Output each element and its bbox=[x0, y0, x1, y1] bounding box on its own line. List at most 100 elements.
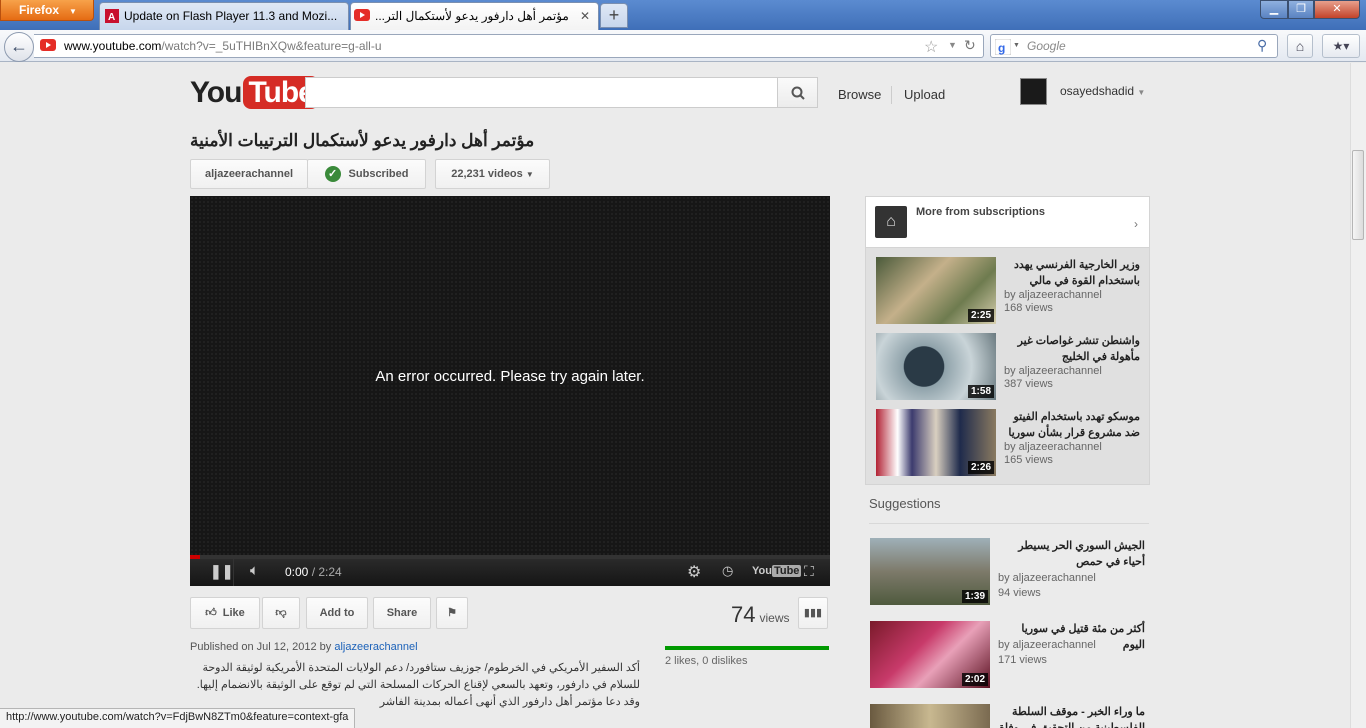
nav-divider bbox=[891, 86, 892, 104]
video-thumbnail[interactable]: 2:02 bbox=[870, 621, 990, 688]
navigation-toolbar: www.youtube.com/watch?v=_5uTHIBnXQw&feat… bbox=[0, 30, 1366, 62]
youtube-logo[interactable]: You Tube bbox=[190, 76, 319, 112]
history-dropdown-icon[interactable]: ▼ bbox=[948, 40, 957, 50]
back-button[interactable]: ← bbox=[4, 32, 34, 62]
youtube-search-button[interactable] bbox=[777, 77, 818, 108]
video-thumbnail[interactable]: 2:25 bbox=[876, 257, 996, 324]
tab-youtube-video[interactable]: مؤتمر أهل دارفور يدعو لأستكمال التر... ✕ bbox=[350, 2, 599, 30]
tab-title: مؤتمر أهل دارفور يدعو لأستكمال التر... bbox=[375, 9, 569, 23]
list-item[interactable]: ما وراء الخبر - موقف السلطة الفلسطينية م… bbox=[870, 704, 1150, 728]
video-thumbnail[interactable]: 2:26 bbox=[876, 409, 996, 476]
video-link-title[interactable]: ما وراء الخبر - موقف السلطة الفلسطينية م… bbox=[998, 704, 1145, 728]
list-item[interactable]: 2:25 وزير الخارجية الفرنسي يهدد باستخدام… bbox=[866, 257, 1149, 333]
upload-link[interactable]: Upload bbox=[904, 87, 945, 102]
engine-dropdown-icon[interactable]: ▼ bbox=[1013, 42, 1020, 49]
share-button[interactable]: Share bbox=[373, 597, 431, 629]
home-icon: ⌂ bbox=[875, 206, 907, 238]
bookmarks-button[interactable]: ★▾ bbox=[1322, 34, 1360, 58]
search-icon[interactable]: ⚲ bbox=[1257, 37, 1267, 54]
adobe-icon: A bbox=[105, 9, 119, 23]
reload-icon[interactable]: ↻ bbox=[964, 37, 976, 54]
video-link-title[interactable]: واشنطن تنشر غواصات غير مأهولة في الخليج bbox=[1004, 333, 1140, 365]
dislike-button[interactable]: 👎︎ bbox=[262, 597, 300, 629]
view-count-label: views bbox=[759, 611, 790, 625]
control-divider bbox=[233, 559, 234, 586]
home-button[interactable]: ⌂ bbox=[1287, 34, 1313, 58]
video-views: 168 views bbox=[1004, 302, 1053, 314]
flag-button[interactable]: ⚑ bbox=[436, 597, 468, 629]
like-label: Like bbox=[222, 607, 245, 619]
video-views: 94 views bbox=[998, 587, 1041, 599]
close-window-button[interactable]: ✕ bbox=[1314, 0, 1360, 19]
fullscreen-icon[interactable]: ⛶ bbox=[804, 563, 814, 580]
video-thumbnail[interactable]: 1:58 bbox=[876, 333, 996, 400]
dropdown-arrow-icon: ▼ bbox=[525, 170, 534, 179]
like-button[interactable]: 👍︎ Like bbox=[190, 597, 260, 629]
video-link-title[interactable]: الجيش السوري الحر يسيطر أحياء في حمص bbox=[998, 538, 1145, 570]
subscribed-button[interactable]: ✓ Subscribed bbox=[307, 159, 426, 189]
add-to-button[interactable]: Add to bbox=[306, 597, 368, 629]
video-description: أكد السفير الأمريكي في الخرطوم/ جوزيف ست… bbox=[196, 662, 640, 708]
svg-text:g: g bbox=[998, 41, 1005, 55]
view-count: 74 views bbox=[731, 602, 790, 628]
duration-badge: 1:39 bbox=[961, 590, 988, 603]
firefox-menu-label: Firefox bbox=[19, 3, 60, 17]
search-bar[interactable]: g ▼ Google ⚲ bbox=[990, 34, 1278, 58]
time-total: / 2:24 bbox=[311, 565, 342, 579]
watch-later-clock-icon[interactable]: ◷ bbox=[722, 563, 733, 579]
svg-text:A: A bbox=[108, 12, 115, 23]
account-menu[interactable]: osayedshadid ▼ bbox=[1060, 84, 1145, 98]
subscriptions-header[interactable]: ⌂ More from subscriptions › bbox=[866, 197, 1149, 248]
videos-count: 22,231 videos bbox=[451, 168, 523, 180]
video-views: 171 views bbox=[998, 654, 1047, 666]
thumbs-up-icon: 👍︎ bbox=[205, 607, 217, 619]
divider bbox=[869, 523, 1149, 524]
videos-count-button[interactable]: 22,231 videos ▼ bbox=[435, 159, 550, 189]
firefox-menu-button[interactable]: Firefox ▼ bbox=[0, 0, 94, 21]
scrollbar-thumb[interactable] bbox=[1352, 150, 1364, 240]
video-thumbnail[interactable]: 1:39 bbox=[870, 538, 990, 605]
duration-badge: 1:58 bbox=[967, 385, 994, 398]
add-to-label: Add to bbox=[319, 607, 355, 619]
duration-badge: 2:02 bbox=[961, 673, 988, 686]
browse-link[interactable]: Browse bbox=[838, 87, 881, 102]
pause-icon[interactable]: ❚❚ bbox=[210, 563, 233, 580]
likes-dislikes-text: 2 likes, 0 dislikes bbox=[665, 655, 748, 667]
minimize-button[interactable]: ▁ bbox=[1260, 0, 1288, 19]
new-tab-button[interactable]: + bbox=[600, 3, 628, 28]
dropdown-arrow-icon: ▼ bbox=[69, 7, 77, 16]
url-bar[interactable]: www.youtube.com/watch?v=_5uTHIBnXQw&feat… bbox=[34, 34, 984, 58]
list-item[interactable]: 2:26 موسكو تهدد باستخدام الفيتو ضد مشروع… bbox=[866, 409, 1149, 485]
close-tab-icon[interactable]: ✕ bbox=[578, 9, 592, 23]
channel-button[interactable]: aljazeerachannel bbox=[190, 159, 308, 189]
youtube-watermark-icon[interactable]: You Tube bbox=[752, 565, 802, 577]
video-thumbnail[interactable] bbox=[870, 704, 990, 728]
tab-flash-update[interactable]: A Update on Flash Player 11.3 and Mozi..… bbox=[99, 2, 349, 30]
stats-button[interactable]: ▮▮▮ bbox=[798, 597, 828, 629]
video-player[interactable]: An error occurred. Please try again late… bbox=[190, 196, 830, 586]
avatar[interactable] bbox=[1020, 78, 1047, 105]
list-item[interactable]: 1:58 واشنطن تنشر غواصات غير مأهولة في ال… bbox=[866, 333, 1149, 409]
video-title: مؤتمر أهل دارفور يدعو لأستكمال الترتيبات… bbox=[190, 131, 535, 150]
publisher-link[interactable]: aljazeerachannel bbox=[334, 641, 417, 653]
subscriptions-title: More from subscriptions bbox=[916, 206, 1045, 218]
volume-icon[interactable]: 🔈︎ bbox=[250, 562, 259, 579]
logo-you: You bbox=[190, 76, 242, 109]
url-host: www.youtube.com bbox=[64, 39, 162, 53]
suggestions-heading: Suggestions bbox=[869, 496, 941, 511]
chevron-down-icon: ▼ bbox=[1137, 88, 1146, 97]
video-link-title[interactable]: موسكو تهدد باستخدام الفيتو ضد مشروع قرار… bbox=[1004, 409, 1140, 441]
search-placeholder: Google bbox=[1027, 39, 1066, 53]
video-views: 387 views bbox=[1004, 378, 1053, 390]
list-item[interactable]: 1:39 الجيش السوري الحر يسيطر أحياء في حم… bbox=[870, 538, 1153, 614]
maximize-button[interactable]: ❐ bbox=[1288, 0, 1314, 19]
bookmark-star-icon[interactable]: ☆ bbox=[924, 37, 938, 57]
list-item[interactable]: 2:02 أكثر من مئة قتيل في سوريا اليوم by … bbox=[870, 621, 1153, 697]
time-current: 0:00 bbox=[285, 565, 309, 579]
video-link-title[interactable]: وزير الخارجية الفرنسي يهدد باستخدام القو… bbox=[1004, 257, 1140, 289]
share-label: Share bbox=[386, 607, 418, 619]
youtube-icon bbox=[40, 39, 56, 53]
video-views: 165 views bbox=[1004, 454, 1053, 466]
youtube-search-input[interactable] bbox=[305, 77, 778, 108]
settings-gear-icon[interactable]: ⚙ bbox=[687, 562, 701, 582]
